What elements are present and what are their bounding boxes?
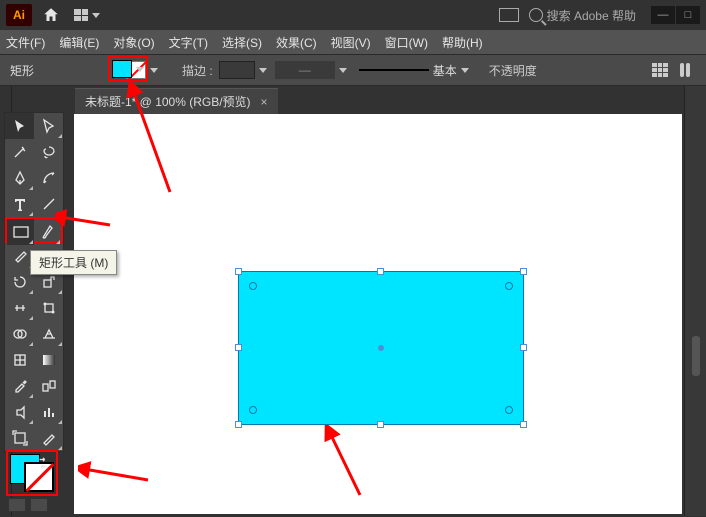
resize-handle[interactable] <box>235 344 242 351</box>
menu-window[interactable]: 窗口(W) <box>385 34 428 51</box>
align-panel-icon[interactable] <box>652 63 668 77</box>
annotation-arrow <box>55 205 115 235</box>
fill-swatch-highlight <box>108 56 148 82</box>
control-bar: 矩形 描边 : — 基本 不透明度 <box>0 54 706 86</box>
screen-mode-buttons <box>8 498 48 512</box>
search-icon <box>529 8 543 22</box>
lasso-tool[interactable] <box>34 139 63 165</box>
fill-swatch[interactable] <box>112 60 132 78</box>
graphic-styles-icon[interactable] <box>680 63 696 77</box>
brush-preview-icon <box>359 69 429 71</box>
annotation-arrow <box>78 455 158 495</box>
menu-object[interactable]: 对象(O) <box>113 34 154 51</box>
right-panel-collapsed[interactable] <box>684 86 706 516</box>
free-transform-tool[interactable] <box>34 295 63 321</box>
rectangle-tool[interactable] <box>7 219 34 245</box>
shape-type-label: 矩形 <box>10 62 34 79</box>
draw-mode-button[interactable] <box>30 498 48 512</box>
resize-handle[interactable] <box>520 344 527 351</box>
chevron-down-icon <box>92 13 100 18</box>
chevron-down-icon[interactable] <box>259 68 267 73</box>
magic-wand-tool[interactable] <box>5 139 34 165</box>
resize-handle[interactable] <box>235 268 242 275</box>
selection-tool[interactable] <box>5 113 34 139</box>
menu-effect[interactable]: 效果(C) <box>276 34 317 51</box>
corner-radius-handle[interactable] <box>505 406 513 414</box>
gradient-tool[interactable] <box>34 347 63 373</box>
column-graph-tool[interactable] <box>34 399 63 425</box>
menu-bar: 文件(F) 编辑(E) 对象(O) 文字(T) 选择(S) 效果(C) 视图(V… <box>0 30 706 54</box>
opacity-label[interactable]: 不透明度 <box>489 62 537 79</box>
workspace-switcher[interactable] <box>74 6 102 24</box>
annotation-arrow <box>125 82 185 202</box>
artboard-tool[interactable] <box>5 425 34 451</box>
symbol-sprayer-tool[interactable] <box>5 399 34 425</box>
shape-builder-tool[interactable] <box>5 321 34 347</box>
minimize-button[interactable]: — <box>651 6 675 24</box>
blend-tool[interactable] <box>34 373 63 399</box>
close-tab-icon[interactable]: × <box>261 95 268 109</box>
fill-stroke-highlight <box>6 450 58 496</box>
resize-handle[interactable] <box>520 268 527 275</box>
direct-selection-tool[interactable] <box>34 113 63 139</box>
menu-edit[interactable]: 编辑(E) <box>59 34 99 51</box>
brush-name: 基本 <box>433 62 457 79</box>
type-tool[interactable] <box>5 191 34 217</box>
corner-radius-handle[interactable] <box>505 282 513 290</box>
panel-grip-icon[interactable] <box>692 336 700 376</box>
app-titlebar: Ai 搜索 Adobe 帮助 — □ <box>0 0 706 30</box>
pen-tool[interactable] <box>5 165 34 191</box>
menu-help[interactable]: 帮助(H) <box>442 34 483 51</box>
chevron-down-icon[interactable] <box>136 67 144 72</box>
search-placeholder: 搜索 Adobe 帮助 <box>547 7 636 24</box>
menu-type[interactable]: 文字(T) <box>169 34 208 51</box>
tooltip-text: 矩形工具 (M) <box>39 256 108 270</box>
menu-file[interactable]: 文件(F) <box>6 34 45 51</box>
corner-radius-handle[interactable] <box>249 406 257 414</box>
chevron-down-icon[interactable] <box>150 68 158 73</box>
search-input[interactable]: 搜索 Adobe 帮助 <box>529 7 636 24</box>
chevron-down-icon[interactable] <box>339 68 347 73</box>
app-logo: Ai <box>6 4 32 26</box>
eyedropper-tool[interactable] <box>5 373 34 399</box>
menu-view[interactable]: 视图(V) <box>331 34 371 51</box>
stroke-profile-select[interactable]: — <box>275 61 335 79</box>
color-mode-button[interactable] <box>8 498 26 512</box>
stroke-label: 描边 : <box>182 62 213 79</box>
window-controls: — □ <box>650 6 700 24</box>
home-icon[interactable] <box>42 6 60 24</box>
slice-tool[interactable] <box>34 425 63 451</box>
toolbox <box>4 112 64 452</box>
rectangle-shape[interactable] <box>238 271 524 425</box>
menu-select[interactable]: 选择(S) <box>222 34 262 51</box>
stroke-weight-input[interactable] <box>219 61 255 79</box>
curvature-tool[interactable] <box>34 165 63 191</box>
brush-select[interactable]: 基本 <box>359 62 469 79</box>
mesh-tool[interactable] <box>5 347 34 373</box>
center-point[interactable] <box>378 345 384 351</box>
resize-handle[interactable] <box>520 421 527 428</box>
width-tool[interactable] <box>5 295 34 321</box>
maximize-button[interactable]: □ <box>676 6 700 24</box>
resize-handle[interactable] <box>377 268 384 275</box>
resize-handle[interactable] <box>235 421 242 428</box>
swap-fill-stroke-icon[interactable] <box>36 456 50 470</box>
arrange-documents-button[interactable] <box>499 8 519 22</box>
tool-tooltip: 矩形工具 (M) <box>30 250 117 275</box>
document-tabs: 未标题-1* @ 100% (RGB/预览) × <box>0 86 706 114</box>
chevron-down-icon <box>461 68 469 73</box>
perspective-grid-tool[interactable] <box>34 321 63 347</box>
annotation-arrow <box>320 425 380 505</box>
corner-radius-handle[interactable] <box>249 282 257 290</box>
